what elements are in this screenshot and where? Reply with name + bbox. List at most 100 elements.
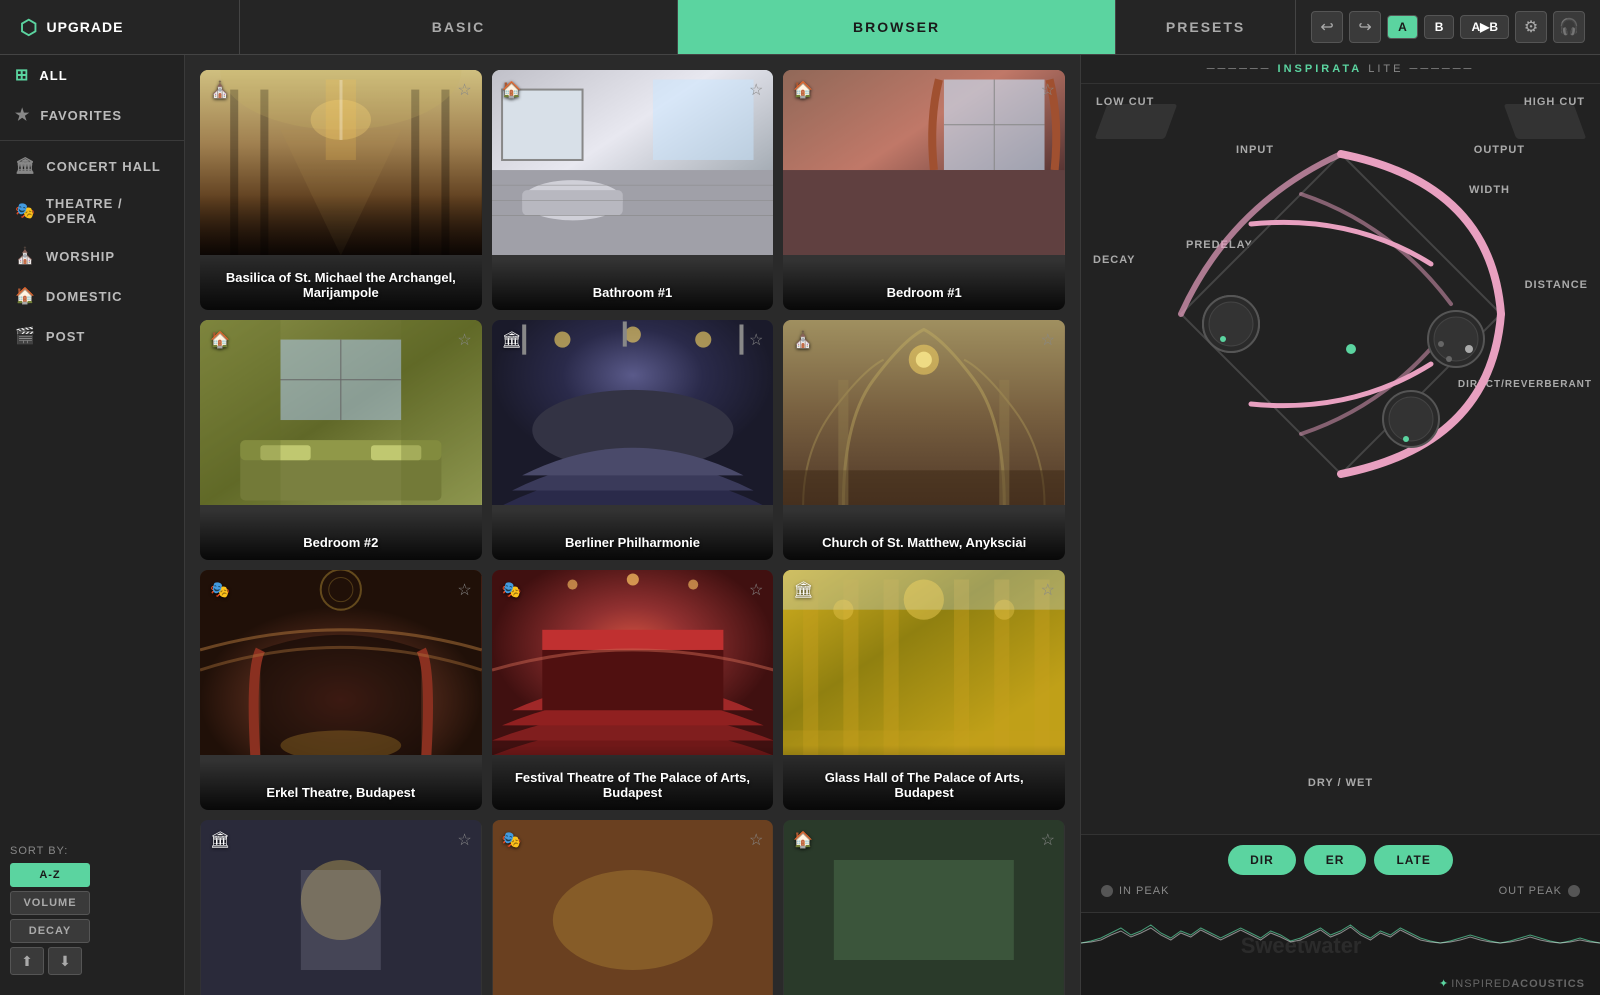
in-peak-label: IN PEAK bbox=[1119, 885, 1169, 897]
card-glass[interactable]: 🏛 ☆ Glass Hall of The Palace of Arts, Bu… bbox=[783, 570, 1065, 810]
card-festival[interactable]: 🎭 ☆ Festival Theatre of The Palace of Ar… bbox=[492, 570, 774, 810]
sidebar-item-worship[interactable]: ⛪ WORSHIP bbox=[0, 236, 184, 276]
card-stmatthew-star[interactable]: ☆ bbox=[1041, 330, 1055, 350]
out-peak-dot bbox=[1568, 885, 1580, 897]
card-stmatthew[interactable]: ⛪ ☆ Church of St. Matthew, Anyksciai bbox=[783, 320, 1065, 560]
card-stmatthew-image bbox=[783, 320, 1065, 505]
high-cut-label: HIGH CUT bbox=[1524, 96, 1585, 108]
card-erkel[interactable]: 🎭 ☆ Erkel Theatre, Budapest bbox=[200, 570, 482, 810]
waveform-svg: Sweetwater bbox=[1081, 913, 1600, 972]
sort-desc-button[interactable]: ⬇ bbox=[48, 947, 82, 975]
card-berliner[interactable]: 🏛 ☆ Berliner Philharmonie bbox=[492, 320, 774, 560]
reverb-diagram bbox=[1151, 124, 1531, 504]
sort-decay-button[interactable]: DECAY bbox=[10, 919, 90, 943]
sort-asc-button[interactable]: ⬆ bbox=[10, 947, 44, 975]
decay-label: DECAY bbox=[1093, 254, 1136, 266]
favorites-icon: ★ bbox=[15, 105, 30, 125]
card-bathroom-image bbox=[492, 70, 774, 255]
card-bedroom1-type-icon: 🏠 bbox=[793, 80, 813, 100]
right-panel: ────── INSPIRATA LITE ────── LOW CUT HIG… bbox=[1080, 55, 1600, 995]
sidebar-item-domestic[interactable]: 🏠 DOMESTIC bbox=[0, 276, 184, 316]
inspirata-header: ────── INSPIRATA LITE ────── bbox=[1081, 55, 1600, 84]
peak-meters: IN PEAK OUT PEAK bbox=[1101, 885, 1580, 897]
redo-button[interactable]: ↪ bbox=[1349, 11, 1381, 43]
sidebar-item-concert-hall[interactable]: 🏛 CONCERT HALL bbox=[0, 146, 184, 186]
post-icon: 🎬 bbox=[15, 326, 36, 346]
btn-ab[interactable]: A▶B bbox=[1460, 15, 1509, 39]
card-bedroom2[interactable]: 🏠 ☆ Bedroom #2 bbox=[200, 320, 482, 560]
btn-b[interactable]: B bbox=[1424, 15, 1455, 39]
card-bedroom2-type-icon: 🏠 bbox=[210, 330, 230, 350]
mode-selector: DIR ER LATE bbox=[1101, 845, 1580, 875]
in-peak-dot bbox=[1101, 885, 1113, 897]
sidebar-item-favorites[interactable]: ★ FAVORITES bbox=[0, 95, 184, 135]
card-basilica-image bbox=[200, 70, 482, 255]
card-bathroom[interactable]: 🏠 ☆ Bathroom #1 bbox=[492, 70, 774, 310]
card-basilica-star[interactable]: ☆ bbox=[457, 80, 471, 100]
card-bottom1-star[interactable]: ☆ bbox=[457, 830, 471, 850]
card-erkel-star[interactable]: ☆ bbox=[457, 580, 471, 600]
late-button[interactable]: LATE bbox=[1374, 845, 1452, 875]
card-basilica-label: Basilica of St. Michael the Archangel, M… bbox=[200, 245, 482, 310]
tab-presets[interactable]: PRESETS bbox=[1116, 0, 1296, 54]
card-bottom2[interactable]: 🎭 ☆ bbox=[492, 820, 774, 995]
btn-a[interactable]: A bbox=[1387, 15, 1418, 39]
card-bottom3[interactable]: 🏠 ☆ bbox=[783, 820, 1065, 995]
sidebar-item-all[interactable]: ⊞ ALL bbox=[0, 55, 184, 95]
card-basilica-type-icon: ⛪ bbox=[210, 80, 230, 100]
svg-text:Sweetwater: Sweetwater bbox=[1241, 933, 1362, 958]
sidebar-label-theatre: THEATRE / OPERA bbox=[46, 196, 169, 226]
tab-basic[interactable]: BASIC bbox=[240, 0, 678, 54]
card-basilica[interactable]: ⛪ ☆ Basilica of St. Michael the Archange… bbox=[200, 70, 482, 310]
card-bottom3-type-icon: 🏠 bbox=[793, 830, 813, 850]
waveform-area: Sweetwater bbox=[1081, 912, 1600, 972]
upgrade-button[interactable]: ⬡ UPGRADE bbox=[0, 0, 240, 54]
card-festival-image bbox=[492, 570, 774, 755]
card-bottom1[interactable]: 🏛 ☆ bbox=[200, 820, 482, 995]
card-glass-star[interactable]: ☆ bbox=[1041, 580, 1055, 600]
all-icon: ⊞ bbox=[15, 65, 29, 85]
er-button[interactable]: ER bbox=[1304, 845, 1367, 875]
card-bottom1-type-icon: 🏛 bbox=[210, 830, 230, 850]
card-bottom1-image bbox=[200, 820, 482, 995]
sidebar: ⊞ ALL ★ FAVORITES 🏛 CONCERT HALL 🎭 THEAT… bbox=[0, 55, 185, 995]
card-bedroom2-image bbox=[200, 320, 482, 505]
card-bedroom1-label: Bedroom #1 bbox=[783, 260, 1065, 310]
top-nav: ⬡ UPGRADE BASIC BROWSER PRESETS ↩ ↪ A B … bbox=[0, 0, 1600, 55]
card-berliner-star[interactable]: ☆ bbox=[749, 330, 763, 350]
undo-button[interactable]: ↩ bbox=[1311, 11, 1343, 43]
sort-direction-row: ⬆ ⬇ bbox=[10, 947, 175, 975]
card-bathroom-star[interactable]: ☆ bbox=[749, 80, 763, 100]
card-bottom3-star[interactable]: ☆ bbox=[1041, 830, 1055, 850]
card-bottom2-image bbox=[492, 820, 774, 995]
sort-az-button[interactable]: A-Z bbox=[10, 863, 90, 887]
nav-controls: ↩ ↪ A B A▶B ⚙ 🎧 bbox=[1296, 0, 1600, 54]
brand-icon: ✦ bbox=[1439, 977, 1449, 990]
card-bedroom1[interactable]: 🏠 ☆ Bedroom #1 bbox=[783, 70, 1065, 310]
headphone-button[interactable]: 🎧 bbox=[1553, 11, 1585, 43]
settings-button[interactable]: ⚙ bbox=[1515, 11, 1547, 43]
card-bathroom-label: Bathroom #1 bbox=[492, 260, 774, 310]
card-berliner-label: Berliner Philharmonie bbox=[492, 510, 774, 560]
card-bedroom1-star[interactable]: ☆ bbox=[1041, 80, 1055, 100]
bottom-controls: DIR ER LATE IN PEAK OUT PEAK bbox=[1081, 834, 1600, 912]
card-bottom3-image bbox=[783, 820, 1065, 995]
card-bottom2-type-icon: 🎭 bbox=[502, 830, 522, 850]
tab-browser[interactable]: BROWSER bbox=[678, 0, 1116, 54]
sort-volume-button[interactable]: VOLUME bbox=[10, 891, 90, 915]
main-layout: ⊞ ALL ★ FAVORITES 🏛 CONCERT HALL 🎭 THEAT… bbox=[0, 55, 1600, 995]
footer-brand: ✦ INSPIREDACOUSTICS bbox=[1081, 972, 1600, 995]
dir-button[interactable]: DIR bbox=[1228, 845, 1296, 875]
card-stmatthew-type-icon: ⛪ bbox=[793, 330, 813, 350]
card-glass-type-icon: 🏛 bbox=[793, 580, 813, 600]
sidebar-label-all: ALL bbox=[39, 68, 67, 83]
sidebar-label-domestic: DOMESTIC bbox=[46, 289, 123, 304]
card-berliner-type-icon: 🏛 bbox=[502, 330, 522, 350]
card-bedroom2-star[interactable]: ☆ bbox=[457, 330, 471, 350]
sidebar-item-post[interactable]: 🎬 POST bbox=[0, 316, 184, 356]
sidebar-item-theatre-opera[interactable]: 🎭 THEATRE / OPERA bbox=[0, 186, 184, 236]
card-festival-label: Festival Theatre of The Palace of Arts, … bbox=[492, 745, 774, 810]
card-glass-label: Glass Hall of The Palace of Arts, Budape… bbox=[783, 745, 1065, 810]
card-festival-star[interactable]: ☆ bbox=[749, 580, 763, 600]
card-bottom2-star[interactable]: ☆ bbox=[749, 830, 763, 850]
